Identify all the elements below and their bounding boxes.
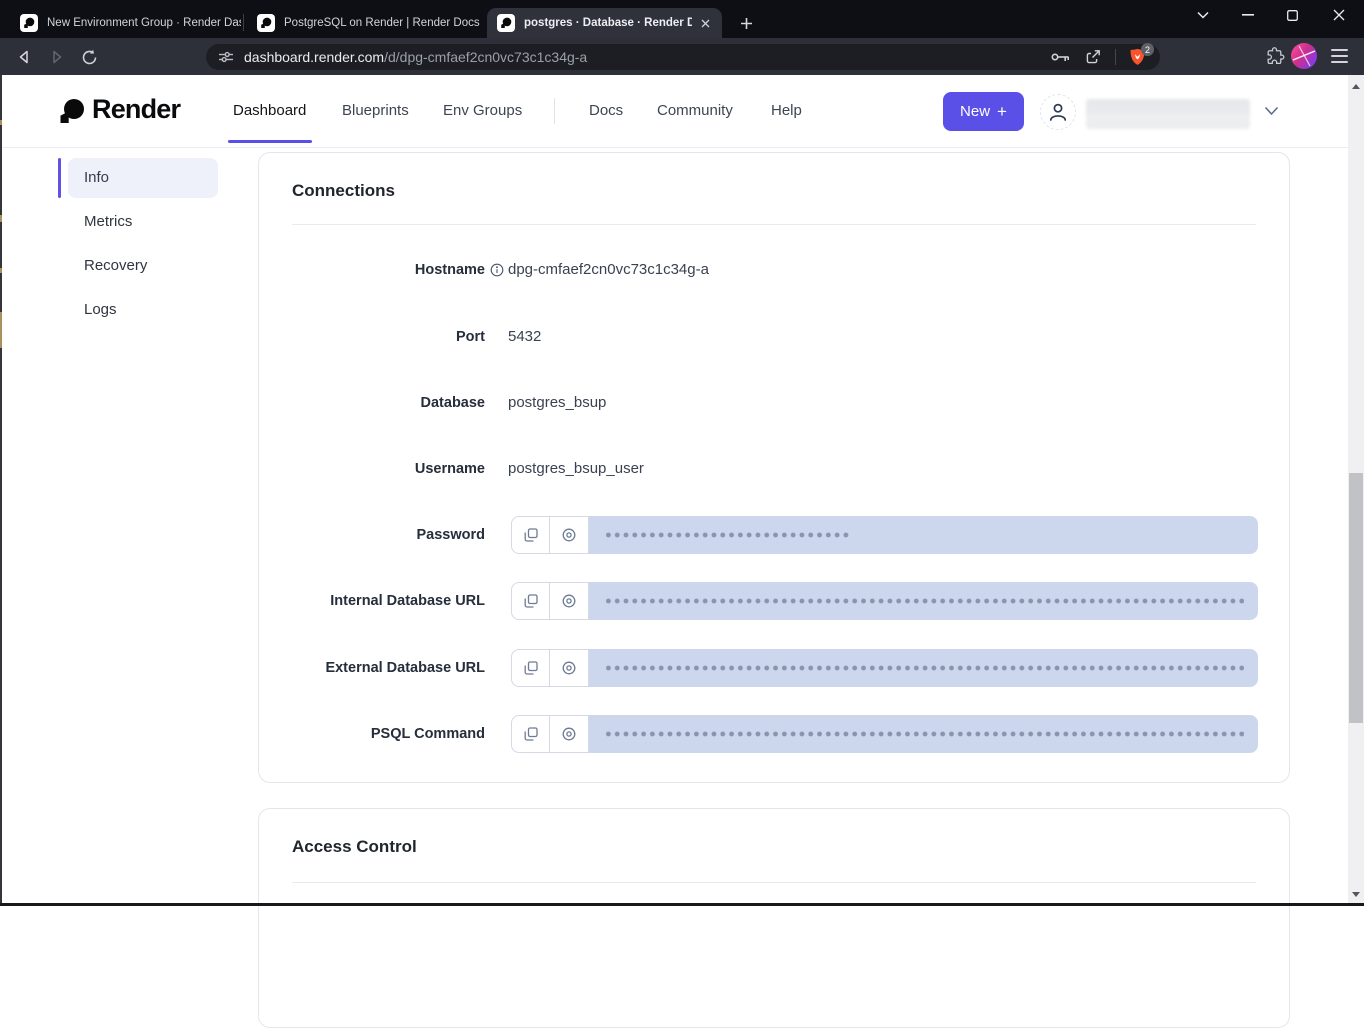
omnibox-divider xyxy=(1115,49,1116,65)
tab-divider xyxy=(243,14,244,31)
screen-left-edge-accent xyxy=(0,120,2,125)
external-url-label: External Database URL xyxy=(259,658,485,678)
forward-icon[interactable] xyxy=(44,44,70,70)
browser-toolbar: dashboard.render.com/d/dpg-cmfaef2cn0vc7… xyxy=(0,38,1364,75)
info-icon[interactable] xyxy=(490,263,504,277)
password-label: Password xyxy=(259,525,485,545)
password-key-icon[interactable] xyxy=(1051,51,1070,63)
render-favicon xyxy=(20,14,38,32)
back-icon[interactable] xyxy=(11,44,37,70)
url-domain: dashboard.render.com xyxy=(244,49,384,65)
brave-shield-icon[interactable]: 2 xyxy=(1129,48,1146,66)
nav-env-groups[interactable]: Env Groups xyxy=(443,75,522,147)
access-control-title: Access Control xyxy=(292,837,417,857)
internal-url-label: Internal Database URL xyxy=(259,591,485,611)
hostname-label: Hostname xyxy=(259,260,485,280)
new-tab-button[interactable] xyxy=(733,10,759,36)
render-logo-icon[interactable] xyxy=(58,98,85,125)
render-favicon xyxy=(257,14,275,32)
minimize-icon[interactable] xyxy=(1225,0,1270,30)
connections-title: Connections xyxy=(292,181,395,201)
nav-dashboard[interactable]: Dashboard xyxy=(233,75,306,147)
copy-icon[interactable] xyxy=(512,517,550,553)
password-masked-field[interactable] xyxy=(589,516,1258,554)
eye-icon[interactable] xyxy=(550,650,588,686)
profile-avatar[interactable] xyxy=(1291,43,1317,69)
eye-icon[interactable] xyxy=(550,517,588,553)
browser-tab-env-group[interactable]: New Environment Group · Render Das xyxy=(10,8,241,38)
username-label: Username xyxy=(259,459,485,479)
page-scrollbar[interactable] xyxy=(1348,75,1364,906)
nav-community[interactable]: Community xyxy=(657,75,733,147)
account-name-redacted xyxy=(1086,99,1250,129)
scrollbar-down-icon[interactable] xyxy=(1352,892,1360,897)
reload-icon[interactable] xyxy=(76,44,102,70)
tab-title: postgres · Database · Render Da xyxy=(524,17,692,29)
sidebar-item-info[interactable]: Info xyxy=(68,158,218,198)
copy-icon[interactable] xyxy=(512,583,550,619)
url-text: dashboard.render.com/d/dpg-cmfaef2cn0vc7… xyxy=(244,49,587,65)
database-value: postgres_bsup xyxy=(508,393,606,413)
external-url-masked-field[interactable] xyxy=(589,649,1258,687)
user-icon[interactable] xyxy=(1040,94,1076,130)
hostname-value: dpg-cmfaef2cn0vc73c1c34g-a xyxy=(508,260,709,280)
render-logo-text[interactable]: Render xyxy=(92,94,180,125)
site-info-icon[interactable] xyxy=(218,50,234,64)
extensions-icon[interactable] xyxy=(1267,47,1285,65)
tab-title: New Environment Group · Render Das xyxy=(47,17,241,29)
database-label: Database xyxy=(259,393,485,413)
username-value: postgres_bsup_user xyxy=(508,459,644,479)
nav-active-underline xyxy=(228,140,312,143)
tab-search-chevron-icon[interactable] xyxy=(1180,0,1225,30)
menu-icon[interactable] xyxy=(1331,49,1348,63)
eye-icon[interactable] xyxy=(550,583,588,619)
connections-card: Connections Hostname dpg-cmfaef2cn0vc73c… xyxy=(258,152,1290,783)
internal-url-masked-field[interactable] xyxy=(589,582,1258,620)
browser-tab-docs[interactable]: PostgreSQL on Render | Render Docs xyxy=(247,8,482,38)
close-window-icon[interactable] xyxy=(1316,0,1361,30)
copy-icon[interactable] xyxy=(512,650,550,686)
nav-docs[interactable]: Docs xyxy=(589,75,623,147)
port-label: Port xyxy=(259,327,485,347)
screen-left-edge-accent xyxy=(0,312,2,348)
psql-masked-field[interactable] xyxy=(589,715,1258,753)
plus-icon: + xyxy=(997,102,1007,122)
header-border xyxy=(0,147,1348,148)
eye-icon[interactable] xyxy=(550,716,588,752)
card-divider xyxy=(292,224,1256,225)
screen-left-edge xyxy=(0,75,2,906)
screen-left-edge-accent xyxy=(0,268,2,273)
access-control-card: Access Control xyxy=(258,808,1290,1028)
sidebar-item-logs[interactable]: Logs xyxy=(84,290,117,330)
nav-help[interactable]: Help xyxy=(771,75,802,147)
new-button[interactable]: New+ xyxy=(943,92,1024,131)
nav-blueprints[interactable]: Blueprints xyxy=(342,75,409,147)
tab-close-icon[interactable] xyxy=(696,19,714,28)
shield-badge: 2 xyxy=(1141,43,1154,56)
account-chevron-icon[interactable] xyxy=(1264,106,1279,116)
sidebar-item-recovery[interactable]: Recovery xyxy=(84,246,147,286)
render-favicon xyxy=(497,14,515,32)
sidebar-active-indicator xyxy=(58,158,61,198)
nav-divider xyxy=(554,98,555,124)
address-bar[interactable]: dashboard.render.com/d/dpg-cmfaef2cn0vc7… xyxy=(206,44,1160,70)
scrollbar-thumb[interactable] xyxy=(1349,473,1363,723)
scrollbar-up-icon[interactable] xyxy=(1352,84,1360,89)
sidebar-item-metrics[interactable]: Metrics xyxy=(84,202,132,242)
psql-label: PSQL Command xyxy=(259,724,485,744)
render-dashboard-page: Render Dashboard Blueprints Env Groups D… xyxy=(0,75,1364,906)
browser-tabstrip: New Environment Group · Render Das Postg… xyxy=(0,0,1364,38)
browser-tab-active[interactable]: postgres · Database · Render Da xyxy=(487,8,722,38)
port-value: 5432 xyxy=(508,327,541,347)
share-icon[interactable] xyxy=(1085,49,1101,65)
screen-left-edge-accent xyxy=(0,215,2,222)
maximize-icon[interactable] xyxy=(1270,0,1315,30)
url-path: /d/dpg-cmfaef2cn0vc73c1c34g-a xyxy=(384,49,587,65)
tab-title: PostgreSQL on Render | Render Docs xyxy=(284,17,482,29)
card-divider xyxy=(292,882,1256,883)
copy-icon[interactable] xyxy=(512,716,550,752)
